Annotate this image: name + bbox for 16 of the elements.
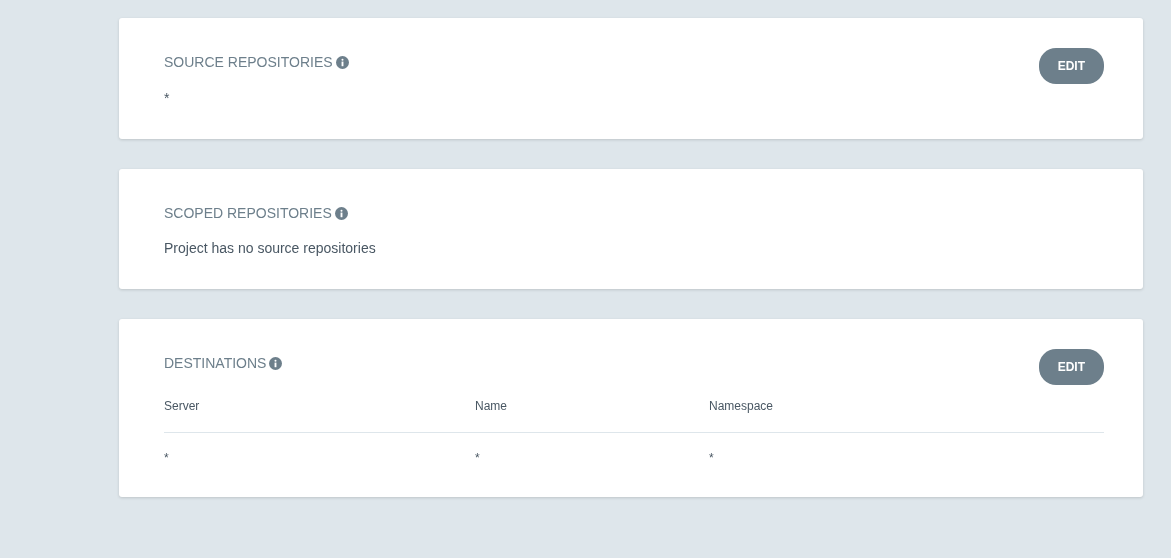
column-header: Server: [164, 399, 200, 413]
edit-button[interactable]: EDIT: [1038, 48, 1104, 84]
info-icon[interactable]: [334, 207, 348, 220]
table-cell: *: [164, 451, 169, 465]
column-header: Namespace: [709, 399, 774, 413]
table-cell: *: [709, 451, 714, 465]
panel-title: DESTINATIONS: [164, 354, 267, 373]
panel-text: Project has no source repositories: [164, 239, 377, 258]
panel-text: *: [164, 89, 171, 108]
table-cell: *: [475, 451, 480, 465]
info-icon[interactable]: [269, 357, 283, 370]
info-icon[interactable]: [335, 56, 349, 69]
panel-title: SOURCE REPOSITORIES: [164, 53, 333, 72]
edit-button[interactable]: EDIT: [1038, 349, 1104, 385]
panel-title: SCOPED REPOSITORIES: [164, 204, 332, 223]
column-header: Name: [475, 399, 507, 413]
